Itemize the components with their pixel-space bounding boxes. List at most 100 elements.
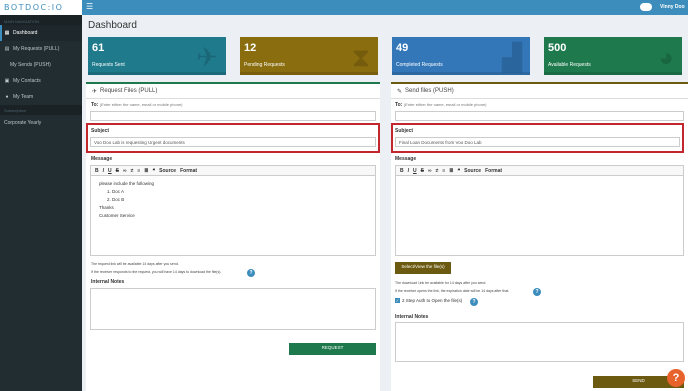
stat-footer [240,72,378,75]
subscription-plan[interactable]: Corporate Yearly [0,115,82,131]
unlink-icon[interactable]: ≠ [436,168,439,174]
panel-title-text: Send files (PUSH) [405,88,454,94]
file-send-icon: ✎ [397,89,403,95]
help-icon[interactable]: ? [470,298,478,306]
panel-accent-line [86,82,380,84]
bold-icon[interactable]: B [400,168,404,174]
internal-notes-label: Internal Notes [395,314,429,320]
numbered-list-icon[interactable]: ≡ [137,168,140,174]
subject-input[interactable]: Voo Doo Lab is requesting Urgent documen… [90,137,376,147]
internal-notes-input[interactable] [90,288,376,330]
internal-notes-input[interactable] [395,322,684,362]
stat-completed-requests[interactable]: 49 Completed Requests ▟ [392,37,530,75]
two-step-auth[interactable]: ✓ 2 Step Auth to Open the file(s) [395,298,462,303]
sidebar-section-main: MAIN NAVIGATION [0,15,82,25]
two-step-label: 2 Step Auth to Open the file(s) [402,298,463,303]
page-title: Dashboard [88,20,137,31]
paper-plane-icon: ✈ [196,42,218,72]
to-label-text: To: [395,102,403,108]
user-menu[interactable]: Vinny Doo [660,4,685,10]
unlink-icon[interactable]: ≠ [131,168,134,174]
bar-chart-icon: ▟ [502,42,522,72]
italic-icon[interactable]: I [103,168,104,174]
app-logo[interactable]: BOTDOC:IO [0,0,82,15]
to-hint: (Enter either the name, email or mobile … [99,102,183,107]
menu-toggle-icon[interactable]: ☰ [86,2,93,11]
inbox-icon: ▤ [4,46,10,52]
message-editor[interactable]: B I U S ∞ ≠ ≡ ≣ ❝ Source Format please i… [90,165,376,256]
sidebar-item-my-sends[interactable]: My Sends (PUSH) [0,57,82,73]
list-item-text: Doc B [112,197,125,202]
italic-icon[interactable]: I [408,168,409,174]
internal-notes-label: Internal Notes [91,279,125,285]
source-button[interactable]: Source [464,168,481,174]
help-icon[interactable]: ? [247,269,255,277]
message-label: Message [395,156,417,162]
stat-pending-requests[interactable]: 12 Pending Requests ⧗ [240,37,378,75]
sidebar-item-label: Dashboard [13,30,38,36]
checkbox-checked-icon[interactable]: ✓ [395,298,400,303]
format-select[interactable]: Format [485,168,502,174]
format-select[interactable]: Format [180,168,197,174]
sidebar-item-dashboard[interactable]: ▦ Dashboard [0,25,82,41]
bullet-list-icon[interactable]: ≣ [144,168,148,174]
pie-chart-icon: ◕ [658,42,674,72]
list-item: 2. Doc B [107,197,125,202]
to-input[interactable] [395,111,684,121]
stat-footer [392,72,530,75]
numbered-list-icon[interactable]: ≡ [442,168,445,174]
message-label: Message [91,156,113,162]
stat-requests-sent[interactable]: 61 Requests Sent ✈ [88,37,226,75]
panel-title-text: Request Files (PULL) [100,88,158,94]
user-icon: ● [5,94,9,100]
to-label-text: To: [91,102,99,108]
stat-footer [544,72,682,75]
stat-label: Available Requests [548,62,591,68]
stat-label: Requests Sent [92,62,125,68]
stat-value: 12 [244,42,257,54]
bullet-list-icon[interactable]: ≣ [449,168,453,174]
stat-label: Pending Requests [244,62,285,68]
stat-available-requests[interactable]: 500 Available Requests ◕ [544,37,682,75]
request-button[interactable]: REQUEST [289,343,376,355]
sidebar-item-my-requests[interactable]: ▤ My Requests (PULL) [0,41,82,57]
quote-icon[interactable]: ❝ [457,168,460,174]
source-button[interactable]: Source [159,168,176,174]
editor-content[interactable]: please include the following 1. Doc A 2.… [99,180,154,220]
bold-icon[interactable]: B [95,168,99,174]
link-icon[interactable]: ∞ [123,168,127,174]
cloud-icon[interactable] [640,3,652,11]
editor-toolbar: B I U S ∞ ≠ ≡ ≣ ❝ Source Format [396,166,683,176]
underline-icon[interactable]: U [108,168,112,174]
panel-title: ✎ Send files (PUSH) [397,88,454,95]
send-files-panel: ✎ Send files (PUSH) To: (Enter either th… [391,82,688,391]
hourglass-icon: ⧗ [351,42,370,72]
stat-label: Completed Requests [396,62,443,68]
message-editor[interactable]: B I U S ∞ ≠ ≡ ≣ ❝ Source Format [395,165,684,256]
top-bar: BOTDOC:IO ☰ Vinny Doo [0,0,688,15]
link-icon[interactable]: ∞ [428,168,432,174]
strike-icon[interactable]: S [421,168,424,174]
panel-accent-line [391,82,688,84]
subject-label: Subject [91,128,110,134]
list-item: 1. Doc A [107,189,125,194]
note-download: If the receiver responds to the request,… [91,270,222,274]
strike-icon[interactable]: S [116,168,119,174]
sidebar-item-label: My Sends (PUSH) [10,62,51,68]
help-fab-icon[interactable]: ? [667,369,685,387]
sidebar-item-my-contacts[interactable]: ▣ My Contacts [0,73,82,89]
underline-icon[interactable]: U [413,168,417,174]
stat-footer [88,72,226,75]
quote-icon[interactable]: ❝ [152,168,155,174]
sidebar-item-label: My Contacts [13,78,41,84]
to-input[interactable] [90,111,376,121]
stat-value: 61 [92,42,105,54]
to-label: To: (Enter either the name, email or mob… [395,102,487,108]
subject-input[interactable]: Final Loan Documents from Voo Doo Lab [395,137,680,147]
sidebar: MAIN NAVIGATION ▦ Dashboard ▤ My Request… [0,15,82,391]
stat-value: 49 [396,42,409,54]
divider [86,98,380,99]
select-files-button[interactable]: Select/View the file(s) [395,262,451,274]
help-icon[interactable]: ? [533,288,541,296]
sidebar-item-my-team[interactable]: ● My Team [0,89,82,105]
